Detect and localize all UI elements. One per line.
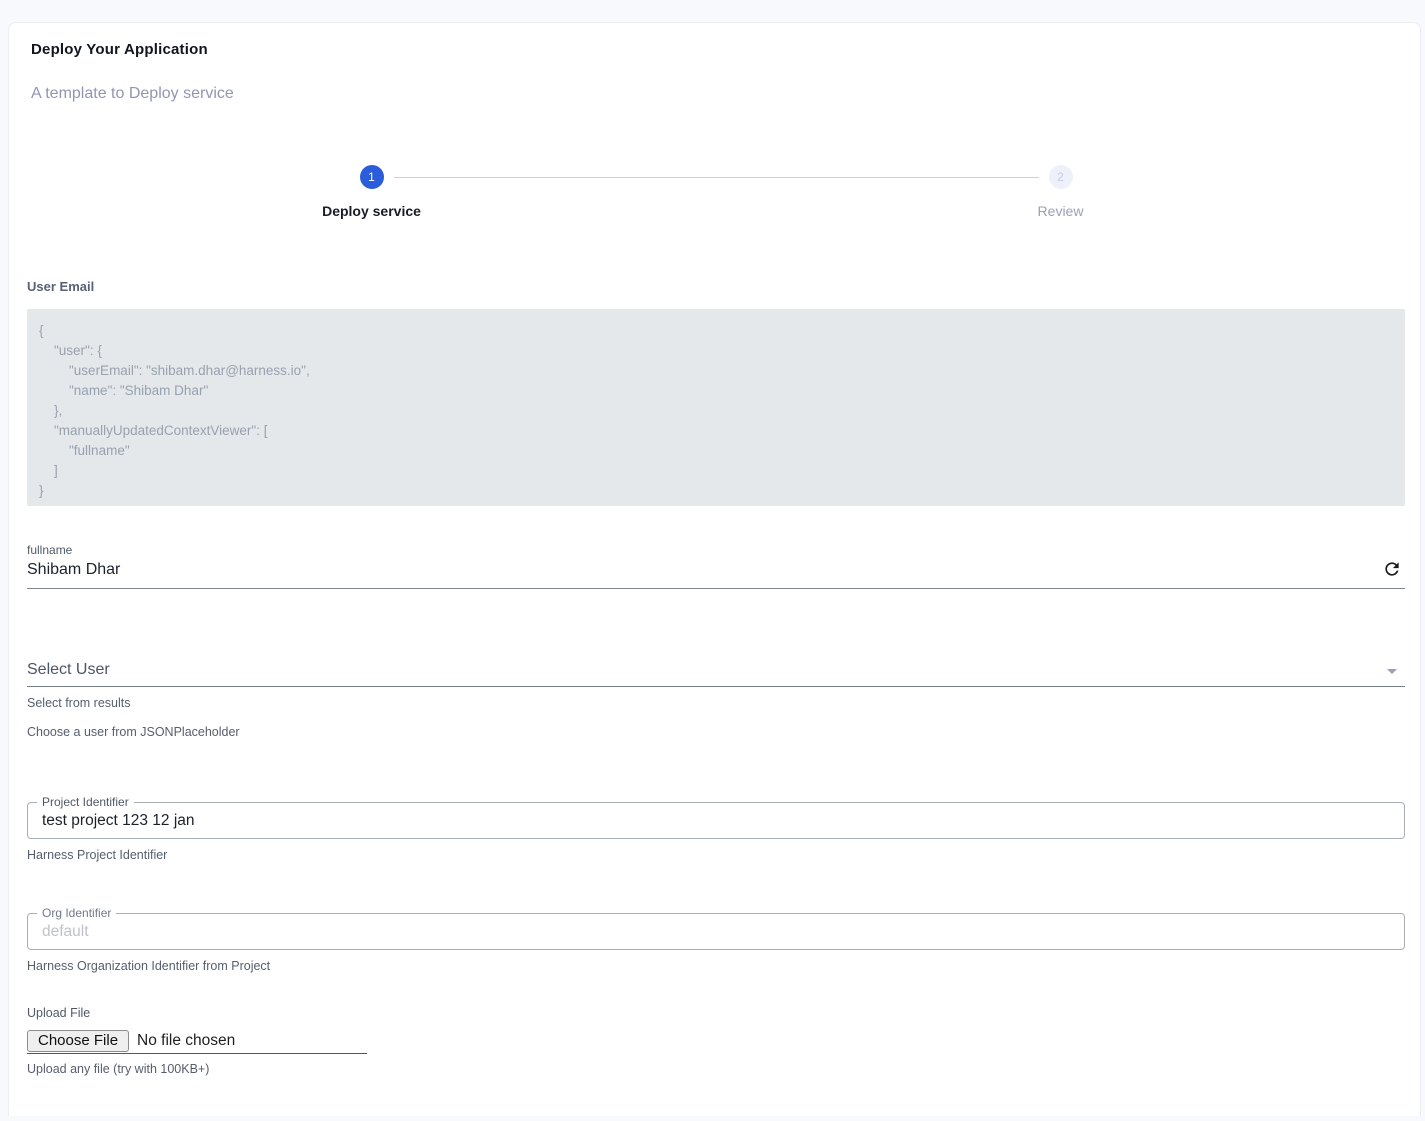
org-identifier-helper: Harness Organization Identifier from Pro…: [27, 959, 1405, 973]
chevron-down-icon: [1387, 669, 1397, 674]
fullname-input[interactable]: [27, 561, 1375, 579]
fullname-field: fullname: [27, 543, 1405, 589]
file-input[interactable]: Choose File No file chosen: [27, 1030, 367, 1054]
page-title: Deploy Your Application: [31, 41, 1405, 58]
refresh-icon: [1382, 559, 1402, 579]
step-2-label: Review: [716, 203, 1405, 219]
file-chosen-status: No file chosen: [137, 1032, 235, 1050]
select-user-helper: Select from results: [27, 696, 1405, 710]
stepper: 1 Deploy service 2 Review: [27, 165, 1405, 219]
project-identifier-field: Project Identifier: [27, 802, 1405, 839]
step-deploy-service[interactable]: 1 Deploy service: [27, 165, 716, 219]
step-1-label: Deploy service: [27, 203, 716, 219]
step-connector-line: [394, 177, 1039, 178]
choose-file-button[interactable]: Choose File: [27, 1030, 129, 1052]
fullname-label: fullname: [27, 543, 1405, 557]
user-email-code-viewer: { "user": { "userEmail": "shibam.dhar@ha…: [27, 309, 1405, 506]
org-identifier-input[interactable]: [40, 923, 1392, 941]
page-subtitle: A template to Deploy service: [31, 85, 1405, 103]
user-email-json: { "user": { "userEmail": "shibam.dhar@ha…: [39, 321, 1393, 501]
org-identifier-field: Org Identifier: [27, 913, 1405, 950]
upload-file-label: Upload File: [27, 1006, 1405, 1020]
org-identifier-label: Org Identifier: [37, 906, 116, 920]
project-identifier-label: Project Identifier: [37, 795, 134, 809]
select-user-description: Choose a user from JSONPlaceholder: [27, 725, 1405, 739]
project-identifier-helper: Harness Project Identifier: [27, 848, 1405, 862]
user-email-label: User Email: [27, 279, 1405, 294]
project-identifier-input[interactable]: [40, 812, 1392, 830]
fullname-input-row: [27, 557, 1405, 589]
deploy-form-card: Deploy Your Application A template to De…: [8, 22, 1421, 1116]
step-review[interactable]: 2 Review: [716, 165, 1405, 219]
step-1-circle: 1: [360, 165, 384, 189]
select-user-value: Select User: [27, 661, 1379, 679]
refresh-button[interactable]: [1381, 559, 1403, 581]
select-user-dropdown[interactable]: Select User: [27, 661, 1405, 687]
upload-file-helper: Upload any file (try with 100KB+): [27, 1062, 1405, 1076]
step-2-circle: 2: [1049, 165, 1073, 189]
